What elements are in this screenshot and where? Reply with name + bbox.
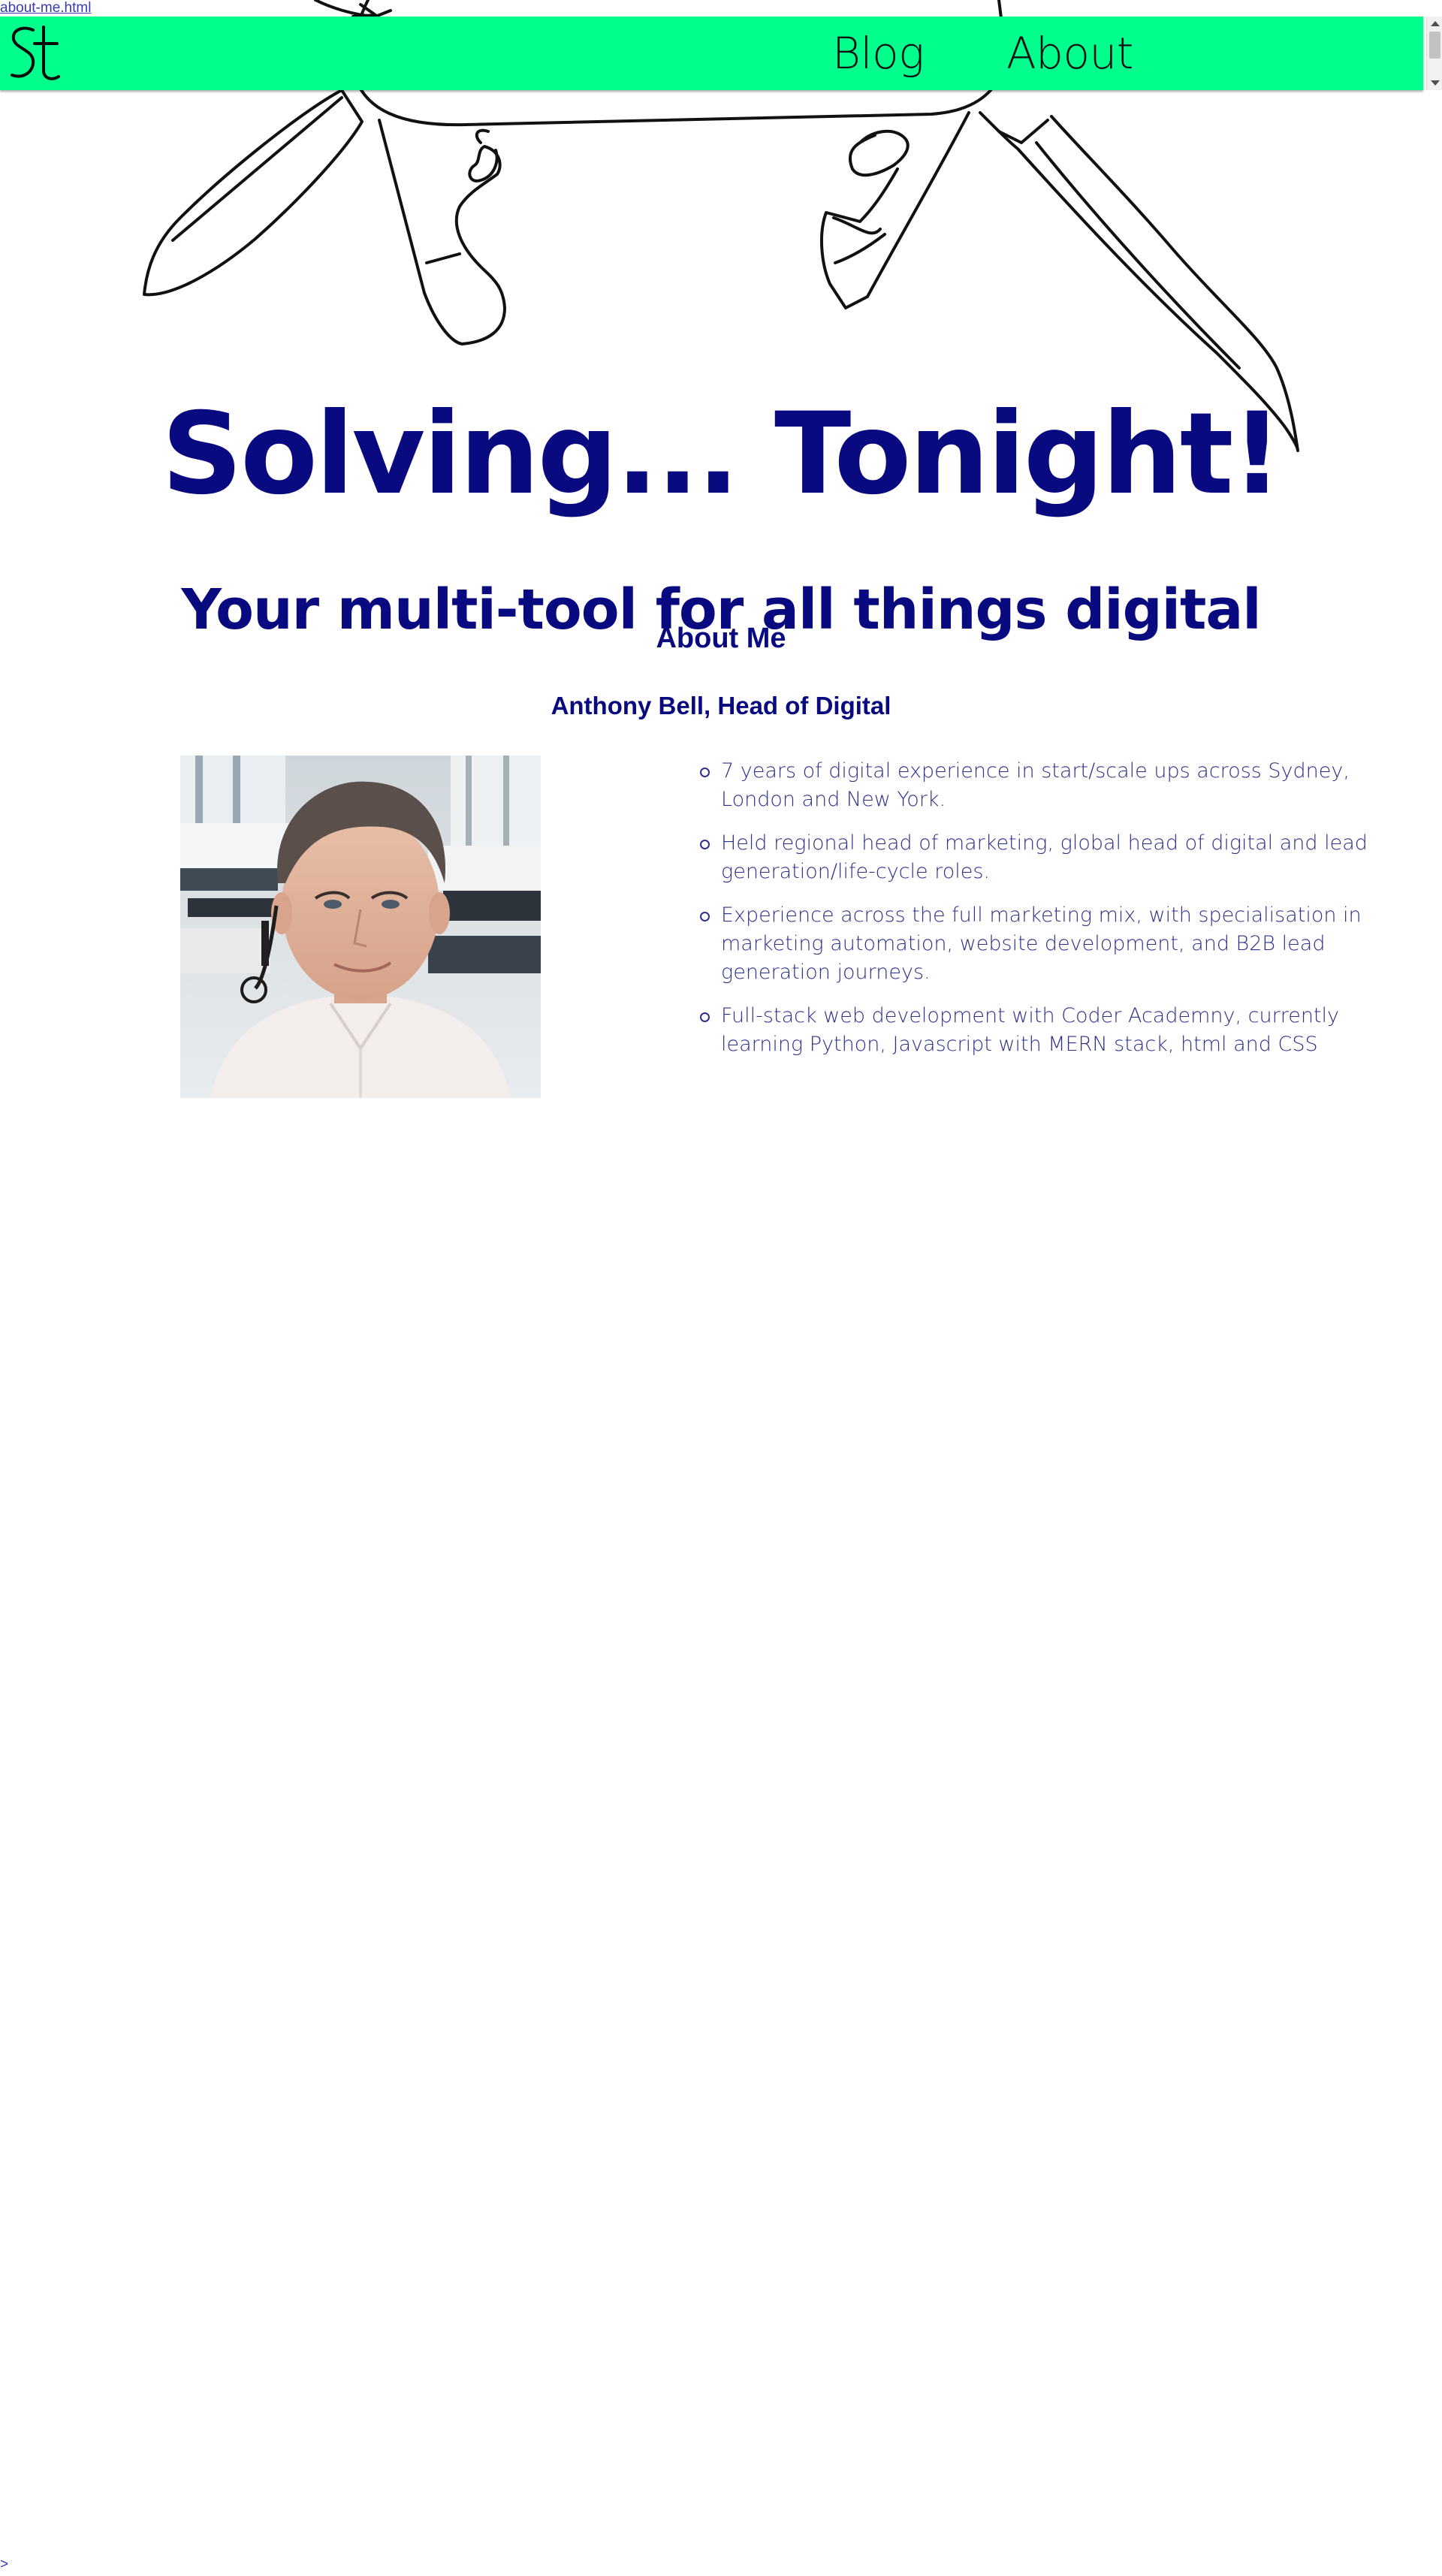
list-item: Full-stack web development with Coder Ac… <box>698 1002 1374 1059</box>
bullet-circle-icon <box>700 1012 710 1022</box>
page: about-me.html Blog About Solving... Toni… <box>0 0 1442 2576</box>
bullet-circle-icon <box>700 840 710 849</box>
scroll-up-arrow-icon[interactable] <box>1431 21 1440 26</box>
list-item-text: Full-stack web development with Coder Ac… <box>721 1004 1339 1056</box>
hero-title: Solving... Tonight! <box>161 389 1283 520</box>
scroll-down-arrow-icon[interactable] <box>1431 80 1440 86</box>
bullet-circle-icon <box>700 912 710 922</box>
top-navbar: Blog About <box>0 17 1423 90</box>
portrait-photo <box>180 756 541 1098</box>
list-item: Experience across the full marketing mix… <box>698 901 1374 987</box>
nav-link-blog[interactable]: Blog <box>832 29 925 78</box>
scrollbar-thumb[interactable] <box>1429 32 1440 59</box>
st-monogram-logo[interactable] <box>8 23 62 84</box>
file-link[interactable]: about-me.html <box>0 0 91 17</box>
bullet-circle-icon <box>700 768 710 777</box>
list-item-text: Experience across the full marketing mix… <box>721 903 1362 984</box>
list-item: Held regional head of marketing, global … <box>698 829 1374 886</box>
about-name: Anthony Bell, Head of Digital <box>551 692 891 719</box>
list-item-text: Held regional head of marketing, global … <box>721 831 1368 883</box>
experience-list: 7 years of digital experience in start/s… <box>698 757 1374 1074</box>
list-item-text: 7 years of digital experience in start/s… <box>721 759 1350 811</box>
list-item: 7 years of digital experience in start/s… <box>698 757 1374 814</box>
scrollbar[interactable] <box>1426 17 1442 90</box>
stray-text: > <box>0 2556 9 2572</box>
nav-link-about[interactable]: About <box>1006 29 1133 78</box>
about-heading: About Me <box>656 623 786 654</box>
